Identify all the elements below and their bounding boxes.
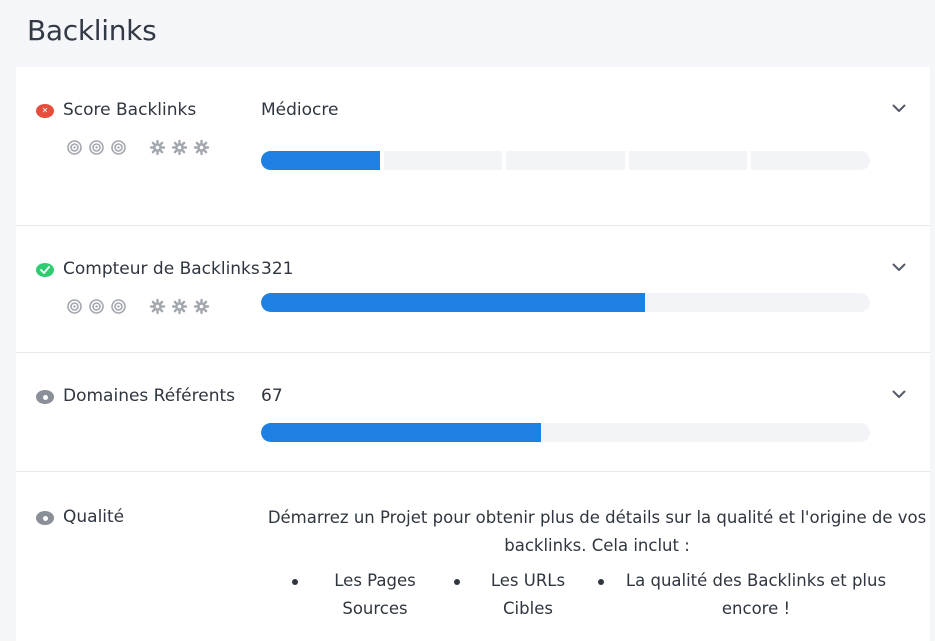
chevron-down-icon[interactable] bbox=[892, 386, 906, 400]
target-icon-group bbox=[66, 298, 127, 315]
status-ok-icon bbox=[36, 263, 54, 277]
list-item: Les URLs Cibles bbox=[490, 571, 566, 618]
gear-icon-group bbox=[149, 298, 210, 315]
target-icon-group bbox=[66, 139, 127, 156]
backlinks-card: ✕ Score Backlinks Médiocre Compteur de B… bbox=[16, 67, 930, 641]
gear-icon bbox=[149, 298, 166, 315]
gear-icon bbox=[149, 139, 166, 156]
score-backlinks-value: Médiocre bbox=[261, 100, 339, 120]
quality-description: Démarrez un Projet pour obtenir plus de … bbox=[267, 508, 927, 555]
referring-domains-row[interactable]: Domaines Référents 67 bbox=[16, 353, 930, 471]
list-item: Les Pages Sources bbox=[334, 571, 416, 618]
list-item: La qualité des Backlinks et plus encore … bbox=[625, 571, 887, 618]
chevron-down-icon[interactable] bbox=[892, 100, 906, 114]
gear-icon bbox=[171, 298, 188, 315]
list-bullet bbox=[454, 579, 460, 585]
target-icon bbox=[110, 298, 127, 315]
row-divider bbox=[16, 471, 930, 472]
score-segment bbox=[261, 151, 380, 170]
list-bullet bbox=[598, 579, 604, 585]
referring-domains-progress-track bbox=[261, 423, 870, 442]
score-segment bbox=[628, 151, 748, 170]
gear-icon bbox=[193, 139, 210, 156]
backlink-count-label: Compteur de Backlinks bbox=[63, 259, 260, 279]
list-bullet bbox=[292, 579, 298, 585]
page-title: Backlinks bbox=[27, 14, 157, 47]
target-icon bbox=[66, 139, 83, 156]
score-segment bbox=[506, 151, 625, 170]
status-error-icon: ✕ bbox=[36, 104, 54, 118]
backlink-count-progress-track bbox=[261, 293, 870, 312]
backlink-count-progress-fill bbox=[261, 293, 645, 312]
chevron-down-icon[interactable] bbox=[892, 259, 906, 273]
gear-icon bbox=[171, 139, 188, 156]
target-icon bbox=[88, 298, 105, 315]
status-neutral-eye-icon bbox=[36, 511, 54, 525]
referring-domains-label: Domaines Référents bbox=[63, 386, 236, 406]
status-neutral-eye-icon bbox=[36, 390, 54, 404]
gear-icon-group bbox=[149, 139, 210, 156]
score-segment bbox=[751, 151, 870, 170]
target-icon bbox=[110, 139, 127, 156]
score-segmented-bar bbox=[261, 151, 870, 170]
backlink-count-row[interactable]: Compteur de Backlinks 321 bbox=[16, 226, 930, 352]
target-icon bbox=[66, 298, 83, 315]
referring-domains-value: 67 bbox=[261, 386, 283, 406]
referring-domains-progress-fill bbox=[261, 423, 542, 442]
score-segment bbox=[383, 151, 503, 170]
gear-icon bbox=[193, 298, 210, 315]
quality-label: Qualité bbox=[63, 507, 125, 527]
score-backlinks-row[interactable]: ✕ Score Backlinks Médiocre bbox=[16, 67, 930, 225]
backlink-count-value: 321 bbox=[261, 259, 294, 279]
target-icon bbox=[88, 139, 105, 156]
score-backlinks-label: Score Backlinks bbox=[63, 100, 197, 120]
